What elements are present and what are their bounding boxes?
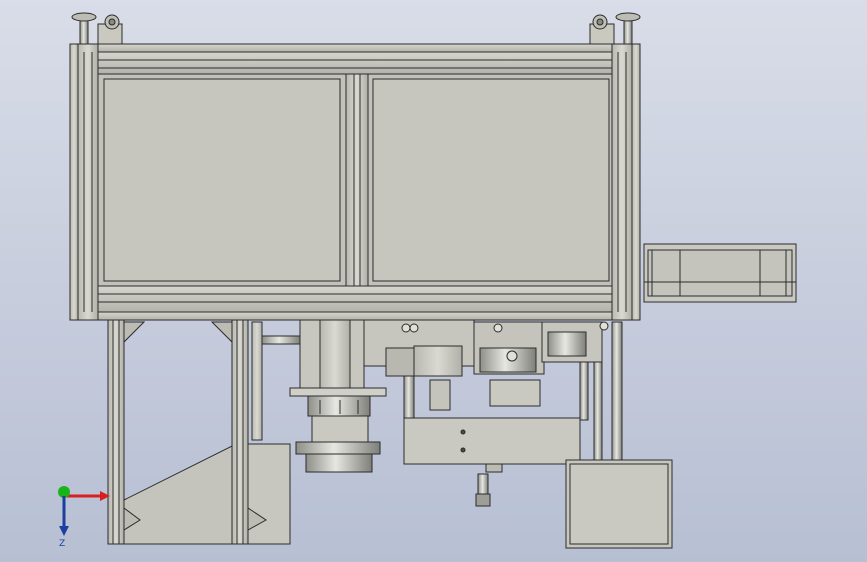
control-box[interactable] [565,459,673,549]
caster-wheel-right [589,14,615,45]
leveling-foot-left [71,12,97,45]
axis-triad: Z [58,486,110,549]
axis-z-label: Z [59,539,65,549]
pneumatic-cylinder-cluster[interactable] [363,319,609,411]
axis-z-arrow-icon [59,526,69,536]
cabinet-door-left[interactable] [97,73,347,287]
caster-wheel-left [97,14,123,45]
side-tray [643,243,797,303]
leveling-foot-right [615,12,641,45]
lower-frame-left-post [107,319,125,545]
cabinet-door-divider [345,73,369,287]
rotary-indexer[interactable] [289,387,387,473]
cabinet-door-right[interactable] [367,73,613,287]
lower-frame-side-panel [123,443,291,545]
indexer-mount [261,319,365,391]
slide-plate [403,417,581,473]
probe-tool [475,473,491,507]
cad-viewport[interactable]: Z [0,0,867,562]
